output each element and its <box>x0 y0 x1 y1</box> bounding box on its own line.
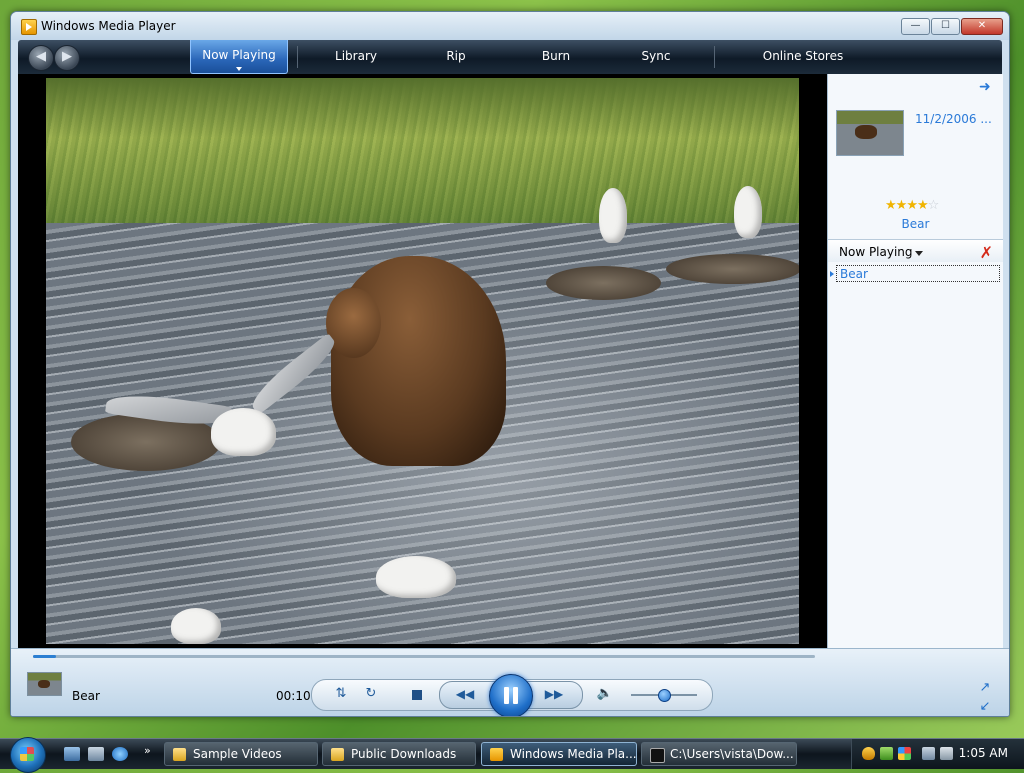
arrow-right-icon[interactable]: ➜ <box>979 80 993 94</box>
video-gull <box>599 188 627 243</box>
video-gull <box>734 186 762 238</box>
media-date[interactable]: 11/2/2006 ... <box>915 112 992 126</box>
star-icon[interactable]: ★ <box>917 198 929 213</box>
shuffle-icon[interactable]: ⇅ <box>331 685 351 703</box>
forward-arrow-icon[interactable]: ▶ <box>54 45 80 71</box>
maximize-button[interactable]: ☐ <box>931 18 960 35</box>
volume-muted-icon[interactable] <box>940 747 953 760</box>
taskbar: » Sample Videos Public Downloads Windows… <box>0 737 1024 773</box>
media-player-icon <box>21 19 37 35</box>
speaker-icon[interactable]: 🔈 <box>595 685 615 703</box>
tab-divider <box>297 46 298 68</box>
tab-label: Now Playing <box>202 48 276 62</box>
seek-bar[interactable] <box>33 655 815 658</box>
next-icon[interactable]: ▶▶ <box>544 685 564 703</box>
internet-explorer-icon[interactable] <box>112 747 128 761</box>
media-title-link[interactable]: Bear <box>828 217 1003 231</box>
star-rating[interactable]: ★★★★☆ <box>885 198 940 213</box>
album-art-thumbnail[interactable] <box>836 110 904 156</box>
star-icon[interactable]: ★ <box>896 198 908 213</box>
navigation-bar: ◀ ▶ Now Playing Library Rip Burn Sync On… <box>18 40 1002 74</box>
title-bar[interactable]: Windows Media Player — ☐ ✕ <box>11 12 1009 40</box>
quick-launch-chevron-icon[interactable]: » <box>144 744 151 757</box>
tab-rip[interactable]: Rip <box>428 40 484 74</box>
video-gull <box>376 556 456 598</box>
folder-icon <box>173 748 186 761</box>
star-icon[interactable]: ★ <box>906 198 918 213</box>
star-icon[interactable]: ★ <box>885 198 897 213</box>
video-rock <box>546 266 661 300</box>
video-bear-head <box>326 288 381 358</box>
video-rock <box>666 254 799 284</box>
security-shield-icon[interactable] <box>862 747 875 760</box>
tab-sync[interactable]: Sync <box>626 40 686 74</box>
tray-app-icon[interactable] <box>880 747 893 760</box>
taskbar-item-public-downloads[interactable]: Public Downloads <box>322 742 476 766</box>
clear-list-icon[interactable]: ✗ <box>980 243 993 262</box>
media-player-window: Windows Media Player — ☐ ✕ ◀ ▶ Now Playi… <box>10 11 1010 717</box>
media-player-icon <box>490 748 503 761</box>
switch-to-skin-mode-icon[interactable]: ↙ <box>978 700 992 714</box>
video-grass-shade <box>46 78 799 228</box>
playback-control-bar: Bear 00:10 ⇅ ↻ ◀◀ ▶▶ 🔈 ↗ ↙ <box>11 648 1009 716</box>
repeat-icon[interactable]: ↻ <box>361 685 381 703</box>
taskbar-clock[interactable]: 1:05 AM <box>959 746 1008 760</box>
taskbar-item-command-window[interactable]: C:\Users\vista\Dow... <box>641 742 797 766</box>
switch-windows-icon[interactable] <box>88 747 104 761</box>
video-gull <box>211 408 276 456</box>
folder-icon <box>331 748 344 761</box>
list-pane: ➜ 11/2/2006 ... ★★★★☆ Bear Now Playing ✗… <box>827 74 1003 648</box>
tab-burn[interactable]: Burn <box>526 40 586 74</box>
switch-to-full-mode-icon[interactable]: ↗ <box>978 681 992 695</box>
tab-now-playing[interactable]: Now Playing <box>190 40 288 74</box>
volume-slider-knob[interactable] <box>658 689 671 702</box>
previous-icon[interactable]: ◀◀ <box>455 685 475 703</box>
track-name: Bear <box>72 689 100 703</box>
close-button[interactable]: ✕ <box>961 18 1003 35</box>
now-playing-list-header: Now Playing ✗ <box>828 239 1003 262</box>
playlist-item[interactable]: Bear <box>830 265 1000 282</box>
stop-icon[interactable] <box>412 690 422 700</box>
elapsed-time: 00:10 <box>276 689 311 703</box>
video-display-area[interactable] <box>18 74 827 648</box>
window-controls: — ☐ ✕ <box>900 18 1003 35</box>
taskbar-item-windows-media-player[interactable]: Windows Media Pla... <box>481 742 637 766</box>
chevron-down-icon[interactable] <box>236 67 242 71</box>
network-icon[interactable] <box>922 747 935 760</box>
now-playing-thumbnail[interactable] <box>27 672 62 696</box>
seek-bar-progress <box>33 655 57 658</box>
tab-library[interactable]: Library <box>318 40 394 74</box>
video-gull <box>171 608 221 644</box>
chevron-down-icon[interactable] <box>915 251 923 256</box>
windows-update-icon[interactable] <box>898 747 911 760</box>
taskbar-item-sample-videos[interactable]: Sample Videos <box>164 742 318 766</box>
back-arrow-icon[interactable]: ◀ <box>28 45 54 71</box>
system-tray: 1:05 AM <box>851 739 1024 769</box>
window-title: Windows Media Player <box>41 19 176 33</box>
archive-app-icon <box>650 748 665 763</box>
minimize-button[interactable]: — <box>901 18 930 35</box>
tab-online-stores[interactable]: Online Stores <box>748 40 858 74</box>
now-playing-list-title[interactable]: Now Playing <box>839 245 913 259</box>
tab-divider <box>714 46 715 68</box>
pause-icon[interactable] <box>489 674 533 716</box>
video-frame[interactable] <box>46 78 799 644</box>
star-icon[interactable]: ☆ <box>928 198 940 213</box>
show-desktop-icon[interactable] <box>64 747 80 761</box>
